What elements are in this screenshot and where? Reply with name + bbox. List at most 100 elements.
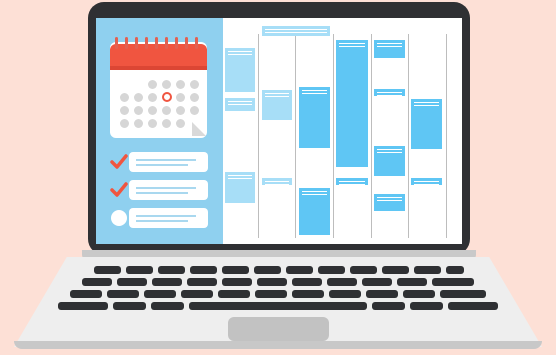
keyboard-key[interactable] (82, 278, 112, 286)
calendar-ring (195, 37, 198, 49)
checklist-item-checked[interactable] (110, 180, 208, 200)
calendar-date-dot (148, 106, 157, 115)
calendar-ring (165, 37, 168, 49)
keyboard-key[interactable] (187, 278, 217, 286)
schedule-event-block[interactable] (336, 40, 368, 167)
schedule-event-block[interactable] (225, 48, 255, 92)
calendar-date-dot (148, 80, 157, 89)
calendar-date-dot (120, 93, 129, 102)
keyboard-key[interactable] (410, 302, 443, 310)
keyboard-key[interactable] (152, 278, 182, 286)
schedule-event-block[interactable] (374, 40, 405, 58)
schedule-event-block[interactable] (262, 178, 292, 185)
calendar-date-dot (190, 106, 199, 115)
keyboard-key[interactable] (432, 278, 474, 286)
calendar-selected-date (162, 92, 172, 102)
calendar-date-dot (134, 106, 143, 115)
checklist-line (129, 208, 208, 228)
schedule-event-block[interactable] (374, 194, 405, 211)
keyboard-key[interactable] (292, 290, 324, 298)
keyboard-key[interactable] (218, 290, 250, 298)
calendar-date-dot (120, 106, 129, 115)
keyboard-key[interactable] (117, 278, 147, 286)
schedule-event-block[interactable] (225, 98, 255, 111)
checkmark-icon (110, 182, 128, 197)
schedule-event-block[interactable] (262, 90, 292, 120)
schedule-event-block[interactable] (225, 172, 255, 203)
schedule-column-divider (446, 34, 447, 238)
keyboard-key[interactable] (254, 266, 281, 274)
keyboard-key[interactable] (366, 290, 398, 298)
checklist-item-checked[interactable] (110, 152, 208, 172)
keyboard-key[interactable] (286, 266, 313, 274)
schedule-event-block[interactable] (299, 188, 330, 235)
calendar-ring (115, 37, 118, 49)
schedule-event-block[interactable] (374, 89, 405, 96)
keyboard-key[interactable] (446, 266, 464, 274)
calendar-date-dot (176, 93, 185, 102)
keyboard-key[interactable] (440, 290, 486, 298)
keyboard-key[interactable] (107, 290, 139, 298)
keyboard-key[interactable] (329, 290, 361, 298)
schedule-event-block[interactable] (299, 87, 330, 148)
keyboard-key[interactable] (158, 266, 185, 274)
keyboard-key[interactable] (70, 290, 102, 298)
keyboard-key[interactable] (382, 266, 409, 274)
keyboard-key[interactable] (372, 302, 405, 310)
keyboard-key[interactable] (126, 266, 153, 274)
calendar-ring (125, 37, 128, 49)
calendar-ring (185, 37, 188, 49)
schedule-event-block[interactable] (411, 178, 442, 185)
calendar-date-dot (162, 119, 171, 128)
keyboard-key[interactable] (350, 266, 377, 274)
calendar-date-dot (190, 93, 199, 102)
keyboard-key[interactable] (362, 278, 392, 286)
calendar-date-dot (176, 80, 185, 89)
calendar-date-dot (162, 106, 171, 115)
keyboard-key[interactable] (255, 290, 287, 298)
calendar-date-dot (176, 119, 185, 128)
keyboard-key[interactable] (292, 278, 322, 286)
schedule-column-divider (333, 34, 334, 238)
keyboard-key[interactable] (414, 266, 441, 274)
schedule-column-divider (258, 34, 259, 238)
keyboard-key[interactable] (113, 302, 146, 310)
calendar-ring (175, 37, 178, 49)
keyboard-key[interactable] (403, 290, 435, 298)
schedule-header-bar (262, 26, 330, 36)
keyboard-key[interactable] (144, 290, 176, 298)
schedule-column-divider (408, 34, 409, 238)
keyboard-key[interactable] (327, 278, 357, 286)
schedule-column-divider (371, 34, 372, 238)
keyboard-key[interactable] (257, 278, 287, 286)
schedule-event-block[interactable] (336, 178, 368, 185)
keyboard-key[interactable] (448, 302, 498, 310)
calendar-page-curl (192, 122, 206, 136)
keyboard-key[interactable] (318, 266, 345, 274)
checklist-item-unchecked[interactable] (110, 208, 208, 228)
side-panel (96, 18, 223, 244)
calendar-date-dot (148, 93, 157, 102)
checklist-line (129, 180, 208, 200)
calendar-date-dot (134, 119, 143, 128)
keyboard-key[interactable] (151, 302, 184, 310)
laptop-base-edge (14, 341, 542, 349)
keyboard-key[interactable] (94, 266, 121, 274)
checkmark-icon (110, 154, 128, 169)
spacebar-key[interactable] (189, 302, 367, 310)
calendar-date-dot (134, 93, 143, 102)
keyboard-key[interactable] (222, 278, 252, 286)
schedule-event-block[interactable] (374, 146, 405, 176)
schedule-column-divider (295, 34, 296, 238)
keyboard-key[interactable] (397, 278, 427, 286)
calendar-date-dot (162, 80, 171, 89)
keyboard-key[interactable] (58, 302, 108, 310)
keyboard-key[interactable] (181, 290, 213, 298)
touchpad[interactable] (228, 317, 329, 341)
calendar-date-dot (148, 119, 157, 128)
keyboard-key[interactable] (222, 266, 249, 274)
calendar-ring (135, 37, 138, 49)
keyboard-key[interactable] (190, 266, 217, 274)
schedule-event-block[interactable] (411, 99, 442, 149)
laptop-illustration (0, 0, 556, 355)
